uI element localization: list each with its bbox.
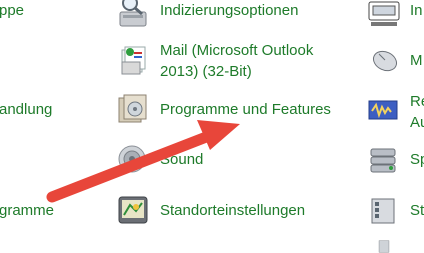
sound-icon[interactable] (116, 142, 150, 176)
partial-icon (367, 240, 401, 253)
link-mail-line2: 2013) (32-Bit) (160, 63, 252, 80)
link-right-2[interactable]: M (410, 50, 423, 71)
storage-icon[interactable] (367, 144, 401, 178)
link-left-1[interactable]: ppe (0, 0, 24, 21)
link-left-2[interactable]: andlung (0, 99, 52, 120)
link-location-settings[interactable]: Standorteinstellungen (160, 200, 305, 221)
link-mail[interactable]: Mail (Microsoft Outlook 2013) (32-Bit) (160, 40, 313, 82)
link-right-3-line2: Au (410, 114, 424, 131)
link-mail-line1: Mail (Microsoft Outlook (160, 42, 314, 59)
programs-features-icon[interactable] (116, 92, 150, 126)
link-right-3[interactable]: Re Au (410, 91, 424, 133)
link-indexing-options[interactable]: Indizierungsoptionen (160, 0, 298, 21)
realtek-audio-icon[interactable] (367, 93, 401, 127)
location-settings-icon[interactable] (116, 193, 150, 227)
link-sound[interactable]: Sound (160, 149, 203, 170)
keyboard-icon[interactable] (367, 0, 401, 30)
link-right-1[interactable]: In (410, 0, 423, 21)
mouse-icon[interactable] (367, 44, 401, 78)
link-right-3-line1: Re (410, 93, 424, 110)
link-left-3[interactable]: gramme (0, 200, 54, 221)
mail-icon[interactable] (116, 42, 152, 78)
link-right-5[interactable]: St (410, 200, 424, 221)
indexing-options-icon[interactable] (116, 0, 150, 28)
link-programs-features[interactable]: Programme und Features (160, 99, 331, 120)
link-right-4[interactable]: Sp (410, 149, 424, 170)
system-icon[interactable] (367, 193, 401, 227)
